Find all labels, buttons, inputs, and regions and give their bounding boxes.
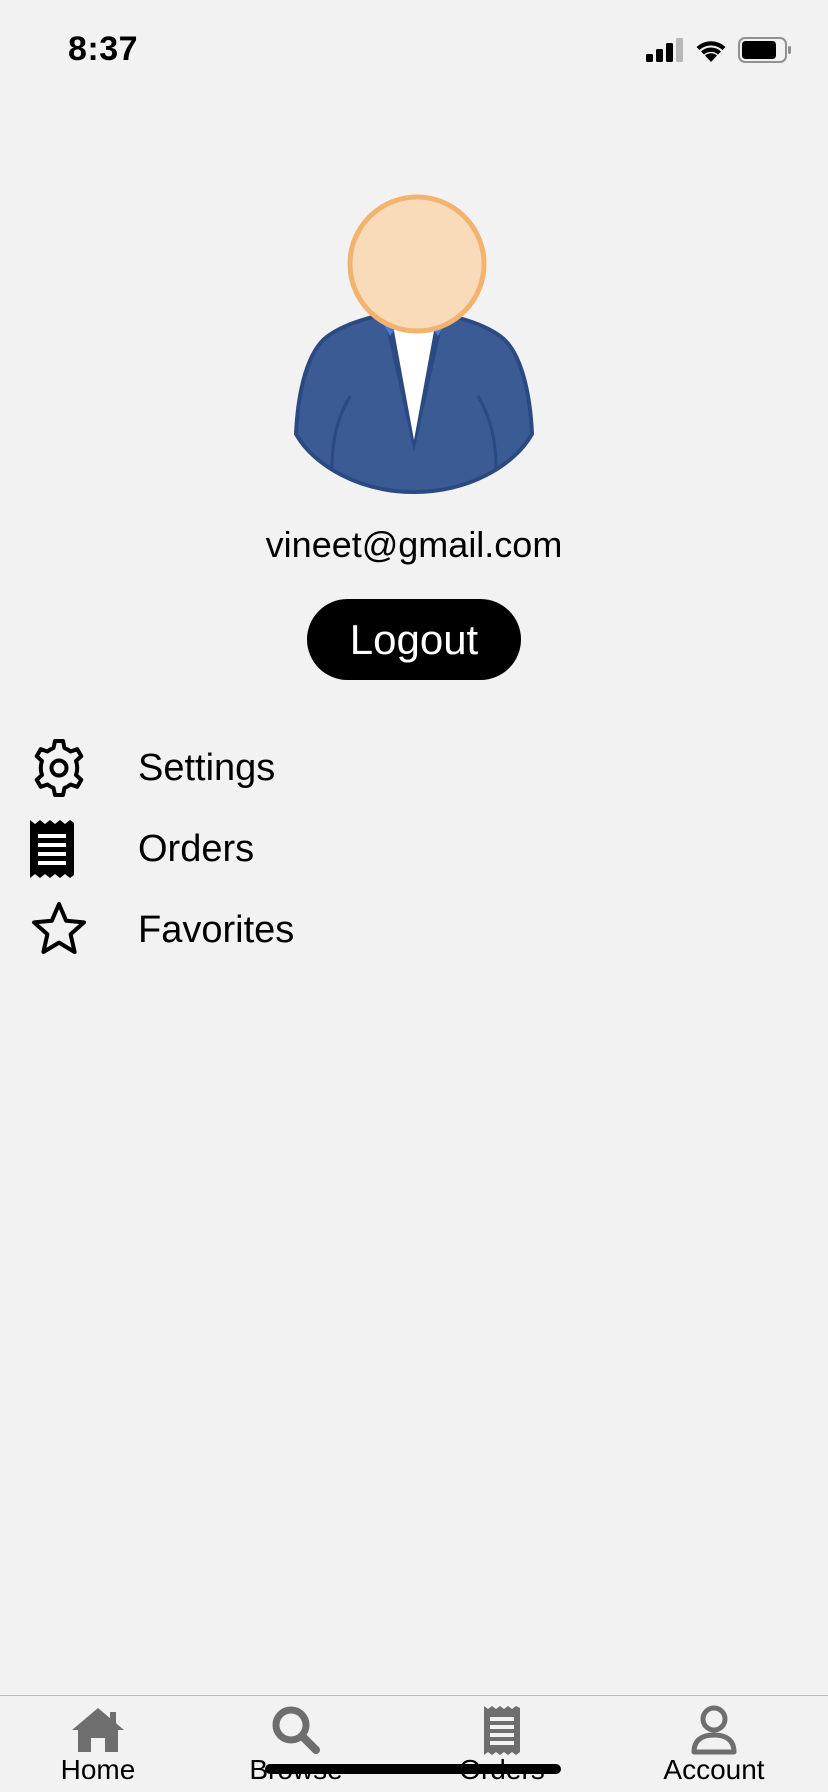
battery-icon: [738, 37, 791, 63]
receipt-icon: [28, 818, 90, 880]
status-time: 8:37: [68, 30, 139, 68]
tab-label: Account: [663, 1754, 765, 1785]
star-icon: [28, 899, 90, 961]
menu-item-label: Orders: [138, 827, 255, 870]
tab-orders[interactable]: Orders: [412, 1696, 592, 1792]
wifi-icon: [696, 41, 726, 62]
avatar: [288, 190, 540, 502]
tab-bar: Home Browse Orders Account: [0, 1695, 828, 1792]
account-screen: 8:37 vineet@gmail.com Logout Settings Or…: [0, 0, 828, 1792]
user-icon: [691, 1705, 737, 1755]
menu-item-label: Favorites: [138, 908, 295, 951]
cellular-signal-icon: [646, 38, 683, 62]
account-menu: Settings Orders Favorites: [28, 738, 628, 981]
menu-item-favorites[interactable]: Favorites: [28, 900, 628, 960]
logout-button[interactable]: Logout: [307, 599, 521, 680]
menu-item-settings[interactable]: Settings: [28, 738, 628, 798]
user-avatar-icon: [293, 194, 535, 495]
tab-account[interactable]: Account: [624, 1696, 804, 1792]
search-icon: [272, 1706, 320, 1754]
status-icons: [646, 36, 792, 64]
user-email: vineet@gmail.com: [265, 524, 563, 565]
status-bar: 8:37: [0, 0, 828, 100]
home-icon: [72, 1708, 124, 1752]
menu-item-label: Settings: [138, 746, 276, 789]
tab-home[interactable]: Home: [8, 1696, 188, 1792]
receipt-icon: [484, 1706, 520, 1755]
gear-icon: [28, 737, 90, 799]
menu-item-orders[interactable]: Orders: [28, 819, 628, 879]
tab-label: Home: [60, 1754, 136, 1785]
tab-browse[interactable]: Browse: [206, 1696, 386, 1792]
home-indicator: [265, 1764, 561, 1774]
